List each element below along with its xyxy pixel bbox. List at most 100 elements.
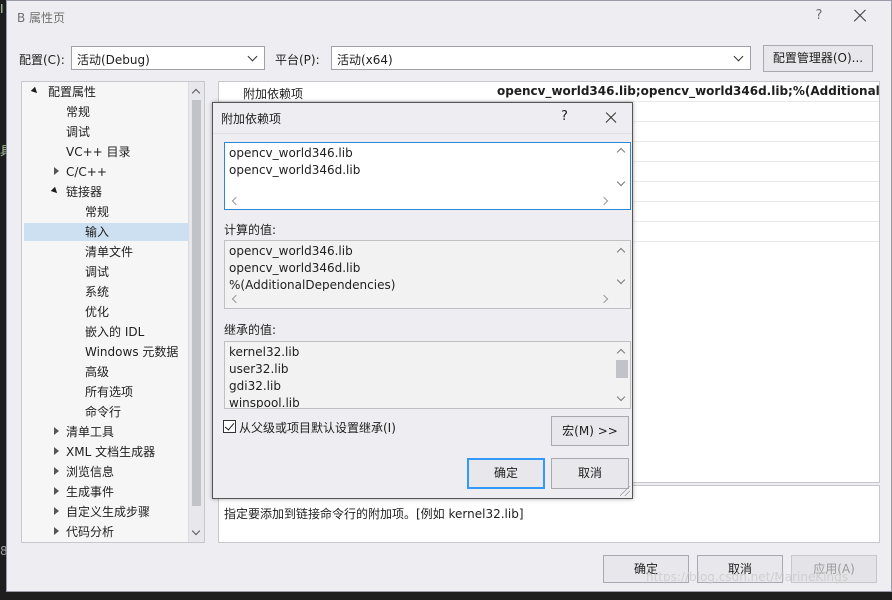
configuration-dropdown[interactable]: 活动(Debug) bbox=[71, 46, 265, 70]
tree-item[interactable]: 链接器 bbox=[24, 183, 188, 201]
expand-arrow-icon[interactable] bbox=[54, 507, 62, 516]
tree-item-label: C/C++ bbox=[66, 165, 107, 179]
computed-horizontal-scrollbar[interactable] bbox=[225, 293, 615, 307]
tree-item[interactable]: 系统 bbox=[24, 283, 188, 301]
tree-item-label: 清单文件 bbox=[85, 245, 134, 259]
property-tree: 配置属性 常规 调试 VC++ 目录 C/C++ 链接器 常规 输入 清单文件 … bbox=[21, 81, 205, 543]
chevron-down-icon bbox=[247, 52, 259, 64]
window-help-button[interactable]: ? bbox=[809, 6, 829, 26]
tree-item-label: 调试 bbox=[85, 265, 110, 279]
window-title: B 属性页 bbox=[17, 11, 66, 25]
tree-item[interactable]: 浏览信息 bbox=[24, 463, 188, 481]
scroll-right-icon[interactable] bbox=[599, 196, 609, 206]
configuration-value: 活动(Debug) bbox=[77, 53, 150, 67]
tree-item[interactable]: 调试 bbox=[24, 123, 188, 141]
tree-scrollbar[interactable] bbox=[188, 82, 204, 542]
inherited-line: winspool.lib bbox=[229, 396, 300, 408]
tree-item-label: 输入 bbox=[85, 225, 110, 239]
platform-dropdown[interactable]: 活动(x64) bbox=[331, 46, 751, 70]
tree-item[interactable]: 自定义生成步骤 bbox=[24, 503, 188, 521]
inherited-values-label: 继承的值: bbox=[224, 323, 277, 337]
tree-item[interactable]: 常规 bbox=[24, 103, 188, 121]
property-name: 附加依赖项 bbox=[243, 87, 304, 101]
tree-item-label: 常规 bbox=[85, 205, 110, 219]
tree-item-label: 配置属性 bbox=[48, 85, 97, 99]
tree-item-label: 清单工具 bbox=[66, 425, 115, 439]
editor-vertical-scrollbar[interactable] bbox=[614, 143, 630, 195]
tree-item[interactable]: VC++ 目录 bbox=[24, 143, 188, 161]
tree-item-selected[interactable]: 输入 bbox=[24, 223, 188, 241]
expand-arrow-icon[interactable] bbox=[54, 427, 62, 436]
computed-vertical-scrollbar[interactable] bbox=[614, 241, 630, 293]
dependencies-editor[interactable]: opencv_world346.lib opencv_world346d.lib bbox=[224, 142, 631, 210]
scroll-up-icon[interactable] bbox=[616, 147, 626, 157]
resize-grip-icon[interactable] bbox=[620, 486, 630, 496]
expand-arrow-icon[interactable] bbox=[54, 467, 62, 476]
tree-item[interactable]: 嵌入的 IDL bbox=[24, 323, 188, 341]
inherited-values-box[interactable]: kernel32.lib user32.lib gdi32.lib winspo… bbox=[224, 341, 631, 409]
tree-item[interactable]: 清单文件 bbox=[24, 243, 188, 261]
scroll-left-icon[interactable] bbox=[231, 196, 241, 206]
scroll-right-icon[interactable] bbox=[599, 294, 609, 304]
platform-label: 平台(P): bbox=[275, 53, 320, 67]
tree-item[interactable]: XML 文档生成器 bbox=[24, 443, 188, 461]
expand-arrow-icon[interactable] bbox=[54, 527, 62, 536]
property-row[interactable]: 附加依赖项 opencv_world346.lib;opencv_world34… bbox=[219, 82, 879, 102]
tree-item-label: 浏览信息 bbox=[66, 465, 115, 479]
editor-horizontal-scrollbar[interactable] bbox=[225, 195, 615, 209]
tree-item[interactable]: 代码分析 bbox=[24, 523, 188, 541]
additional-dependencies-dialog: 附加依赖项 ? opencv_world346.lib opencv_world… bbox=[212, 102, 633, 499]
expand-arrow-icon[interactable] bbox=[52, 187, 60, 196]
macros-button[interactable]: 宏(M) >> bbox=[551, 416, 629, 446]
scroll-down-icon[interactable] bbox=[616, 275, 626, 285]
scrollbar-thumb[interactable] bbox=[616, 360, 628, 378]
property-value: opencv_world346.lib;opencv_world346d.lib… bbox=[497, 84, 880, 98]
tree-item[interactable]: Windows 元数据 bbox=[24, 343, 188, 361]
tree-item-label: 代码分析 bbox=[66, 525, 115, 539]
tree-item[interactable]: C/C++ bbox=[24, 163, 188, 181]
tree-item[interactable]: 配置属性 bbox=[24, 83, 188, 101]
dialog-help-button[interactable]: ? bbox=[561, 109, 568, 124]
edge-text: I bbox=[0, 2, 4, 16]
dialog-cancel-button[interactable]: 取消 bbox=[551, 458, 629, 489]
inherited-vertical-scrollbar[interactable] bbox=[614, 342, 630, 408]
inherit-checkbox[interactable] bbox=[223, 420, 236, 433]
tree-item[interactable]: 高级 bbox=[24, 363, 188, 381]
dialog-title: 附加依赖项 bbox=[221, 112, 282, 126]
scrollbar-thumb[interactable] bbox=[192, 100, 201, 506]
tree-item[interactable]: 调试 bbox=[24, 263, 188, 281]
computed-values-box[interactable]: opencv_world346.lib opencv_world346d.lib… bbox=[224, 240, 631, 309]
computed-values-label: 计算的值: bbox=[224, 223, 277, 237]
scroll-left-icon[interactable] bbox=[231, 294, 241, 304]
scroll-down-icon[interactable] bbox=[616, 392, 626, 402]
tree-item-label: VC++ 目录 bbox=[66, 145, 131, 159]
tree-item[interactable]: 常规 bbox=[24, 203, 188, 221]
scroll-down-icon[interactable] bbox=[616, 177, 626, 187]
scroll-up-icon[interactable] bbox=[192, 87, 201, 96]
window-close-button[interactable] bbox=[849, 5, 871, 27]
dialog-ok-button[interactable]: 确定 bbox=[467, 458, 545, 489]
expand-arrow-icon[interactable] bbox=[32, 87, 40, 96]
scroll-down-icon[interactable] bbox=[192, 528, 201, 537]
tree-item[interactable]: 所有选项 bbox=[24, 383, 188, 401]
scroll-up-icon[interactable] bbox=[616, 247, 626, 257]
tree-item[interactable]: 命令行 bbox=[24, 403, 188, 421]
expand-arrow-icon[interactable] bbox=[54, 167, 62, 176]
inherited-line: user32.lib bbox=[229, 362, 289, 376]
tree-item-label: 嵌入的 IDL bbox=[85, 325, 145, 339]
expand-arrow-icon[interactable] bbox=[54, 487, 62, 496]
tree-item-label: 生成事件 bbox=[66, 485, 115, 499]
dialog-close-button[interactable] bbox=[601, 108, 621, 128]
tree-item-label: 所有选项 bbox=[85, 385, 134, 399]
inherit-checkbox-label[interactable]: 从父级或项目默认设置继承(I) bbox=[239, 419, 396, 436]
title-separator bbox=[213, 133, 632, 134]
inherited-line: kernel32.lib bbox=[229, 345, 300, 359]
description-text: 指定要添加到链接命令行的附加项。[例如 kernel32.lib] bbox=[224, 507, 524, 521]
tree-item[interactable]: 生成事件 bbox=[24, 483, 188, 501]
scroll-up-icon[interactable] bbox=[616, 348, 626, 358]
expand-arrow-icon[interactable] bbox=[54, 447, 62, 456]
tree-item[interactable]: 清单工具 bbox=[24, 423, 188, 441]
configuration-manager-button[interactable]: 配置管理器(O)... bbox=[763, 45, 873, 72]
tree-item[interactable]: 优化 bbox=[24, 303, 188, 321]
tree-item-label: 常规 bbox=[66, 105, 91, 119]
